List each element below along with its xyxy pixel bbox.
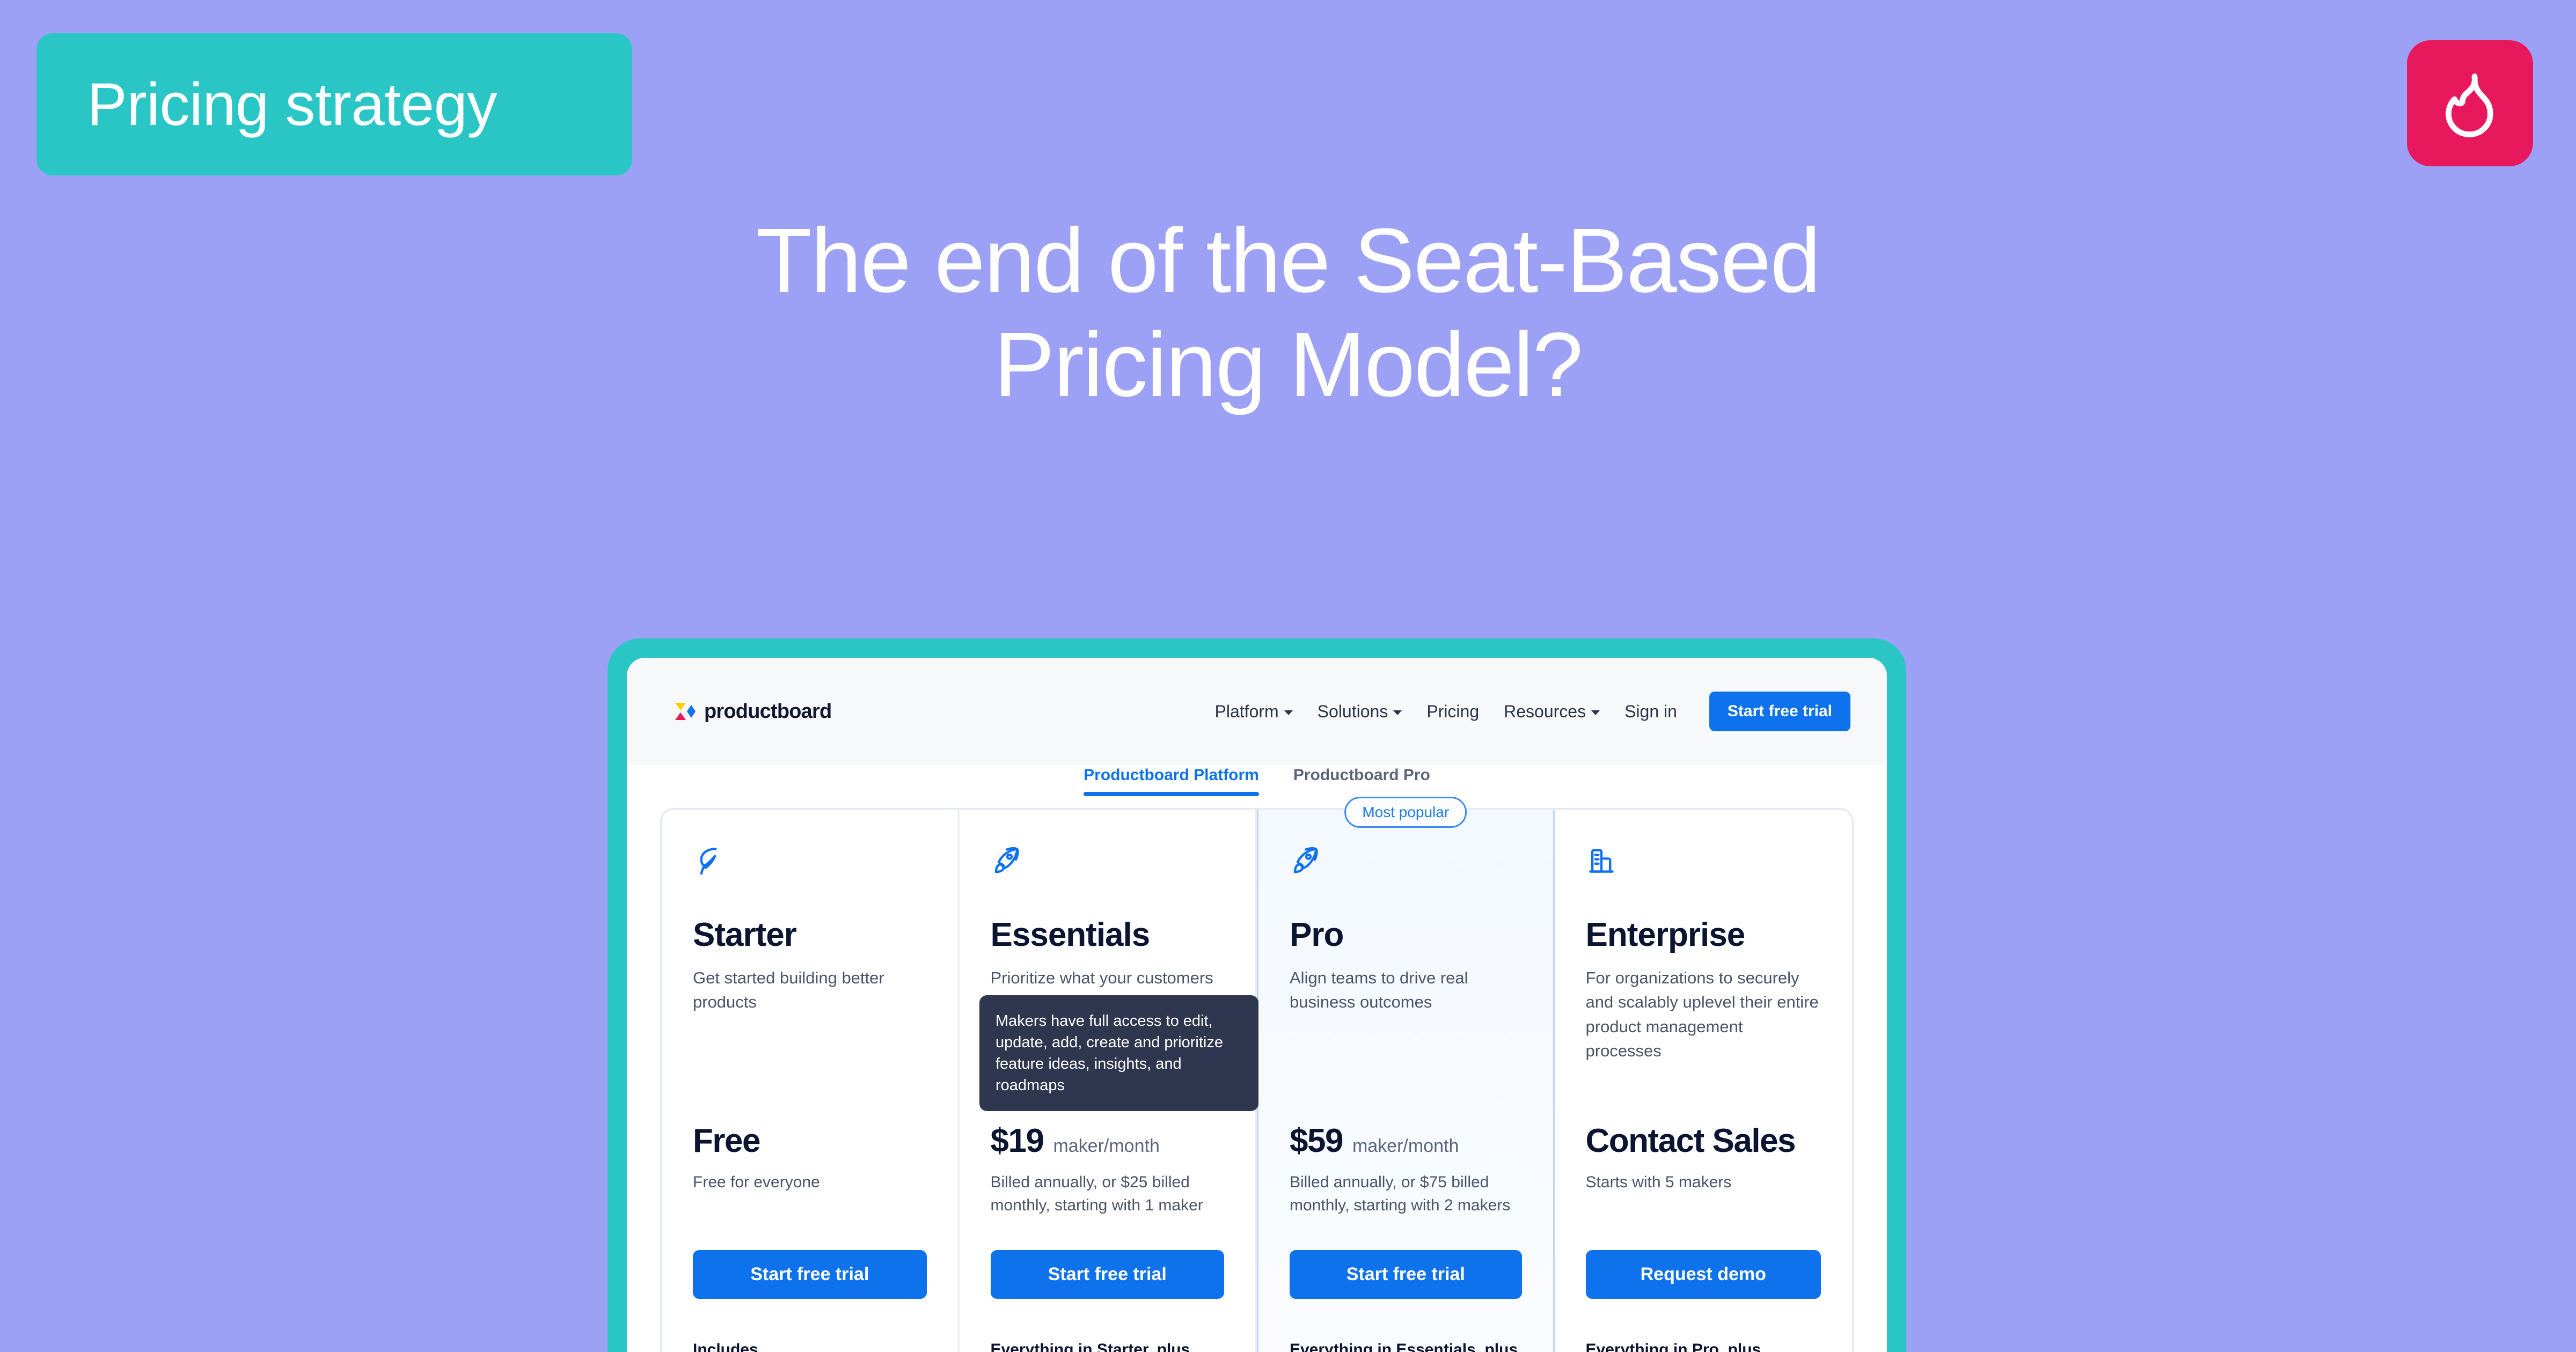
nav-link-pricing[interactable]: Pricing bbox=[1426, 702, 1479, 722]
productboard-logo-icon bbox=[673, 700, 697, 723]
plan-price-unit: maker/month bbox=[1053, 1136, 1160, 1156]
plan-includes-title: Everything in Essentials, plus bbox=[1290, 1341, 1518, 1352]
chevron-down-icon bbox=[1284, 710, 1293, 715]
tab-productboard-pro[interactable]: Productboard Pro bbox=[1293, 765, 1430, 798]
tab-productboard-platform[interactable]: Productboard Platform bbox=[1084, 765, 1259, 798]
rocket-icon bbox=[1290, 845, 1522, 881]
plan-cta-button[interactable]: Start free trial bbox=[990, 1250, 1224, 1299]
site-navbar: productboard Platform Solutions Pricing … bbox=[627, 658, 1887, 765]
plan-description: Align teams to drive real business outco… bbox=[1290, 968, 1468, 1012]
device-frame: productboard Platform Solutions Pricing … bbox=[608, 638, 1906, 1352]
building-icon bbox=[1586, 845, 1821, 881]
category-badge: Pricing strategy bbox=[36, 33, 632, 175]
plan-cta-button[interactable]: Start free trial bbox=[693, 1250, 927, 1299]
brand-mark bbox=[2407, 40, 2533, 166]
page-title: The end of the Seat-Based Pricing Model? bbox=[0, 209, 2576, 417]
plan-billing-note: Billed annually, or $25 billed monthly, … bbox=[990, 1173, 1203, 1215]
plan-price: $19 bbox=[990, 1122, 1044, 1159]
plan-billing-note: Billed annually, or $75 billed monthly, … bbox=[1290, 1173, 1511, 1215]
plan-name: Starter bbox=[693, 916, 797, 953]
plan-price: $59 bbox=[1290, 1122, 1343, 1159]
plan-description: Get started building better products bbox=[693, 968, 884, 1012]
plan-price: Contact Sales bbox=[1585, 1122, 1796, 1159]
plan-description: For organizations to securely and scalab… bbox=[1585, 968, 1819, 1060]
rocket-icon bbox=[991, 845, 1225, 881]
plan-includes-title: Everything in Pro, plus bbox=[1585, 1341, 1761, 1352]
plan-card-pro: Most popular Pro Align teams to drive re… bbox=[1257, 797, 1555, 1352]
headline-line-2: Pricing Model? bbox=[993, 313, 1583, 416]
plan-price-unit: maker/month bbox=[1352, 1136, 1459, 1156]
chevron-down-icon bbox=[1591, 710, 1600, 715]
leaf-icon bbox=[693, 845, 927, 881]
productboard-logo[interactable]: productboard bbox=[673, 700, 832, 723]
plan-price-block: $19 maker/month Billed annually, or $25 … bbox=[990, 1122, 1225, 1352]
nav-link-sign-in[interactable]: Sign in bbox=[1624, 702, 1677, 722]
nav-link-resources-label: Resources bbox=[1504, 701, 1586, 721]
plan-includes-title: Everything in Starter, plus bbox=[990, 1341, 1190, 1352]
plan-card-starter: Starter Get started building better prod… bbox=[662, 810, 960, 1352]
plan-price-row: $19 maker/month bbox=[991, 1122, 1225, 1160]
plan-price: Free bbox=[693, 1122, 760, 1159]
nav-start-free-trial-button[interactable]: Start free trial bbox=[1709, 692, 1850, 731]
plan-price-block: Contact Sales Starts with 5 makers Reque… bbox=[1585, 1122, 1821, 1352]
plan-price-row: Contact Sales bbox=[1586, 1122, 1821, 1160]
nav-link-pricing-label: Pricing bbox=[1426, 701, 1480, 721]
product-tabs: Productboard Platform Productboard Pro bbox=[627, 765, 1887, 798]
nav-links: Platform Solutions Pricing Resources Sig… bbox=[1215, 692, 1850, 731]
nav-link-solutions-label: Solutions bbox=[1317, 701, 1388, 721]
plan-cta-button[interactable]: Request demo bbox=[1585, 1250, 1821, 1299]
category-badge-label: Pricing strategy bbox=[87, 71, 497, 138]
plan-cta-button[interactable]: Start free trial bbox=[1290, 1250, 1522, 1299]
plan-billing-note: Free for everyone bbox=[693, 1173, 820, 1191]
plan-price-row: Free bbox=[693, 1122, 927, 1160]
plan-price-block: Free Free for everyone Start free trial … bbox=[693, 1122, 927, 1352]
nav-link-platform[interactable]: Platform bbox=[1215, 702, 1293, 722]
chevron-down-icon bbox=[1393, 710, 1402, 715]
plan-name: Pro bbox=[1290, 916, 1344, 953]
plan-name: Essentials bbox=[990, 916, 1151, 953]
nav-link-platform-label: Platform bbox=[1214, 701, 1279, 721]
plan-name: Enterprise bbox=[1585, 916, 1746, 953]
most-popular-badge: Most popular bbox=[1344, 797, 1467, 828]
nav-link-resources[interactable]: Resources bbox=[1504, 702, 1600, 722]
flame-icon bbox=[2436, 69, 2505, 138]
nav-link-solutions[interactable]: Solutions bbox=[1318, 702, 1402, 722]
plan-price-block: $59 maker/month Billed annually, or $75 … bbox=[1290, 1122, 1522, 1352]
plan-billing-note: Starts with 5 makers bbox=[1585, 1173, 1732, 1191]
headline-line-1: The end of the Seat-Based bbox=[756, 210, 1821, 312]
maker-tooltip: Makers have full access to edit, update,… bbox=[979, 995, 1258, 1112]
plan-includes-title: Includes bbox=[693, 1341, 758, 1352]
plan-price-row: $59 maker/month bbox=[1290, 1122, 1522, 1160]
nav-link-sign-in-label: Sign in bbox=[1624, 701, 1677, 721]
plan-card-enterprise: Enterprise For organizations to securely… bbox=[1555, 810, 1853, 1352]
productboard-logo-text: productboard bbox=[704, 700, 832, 723]
